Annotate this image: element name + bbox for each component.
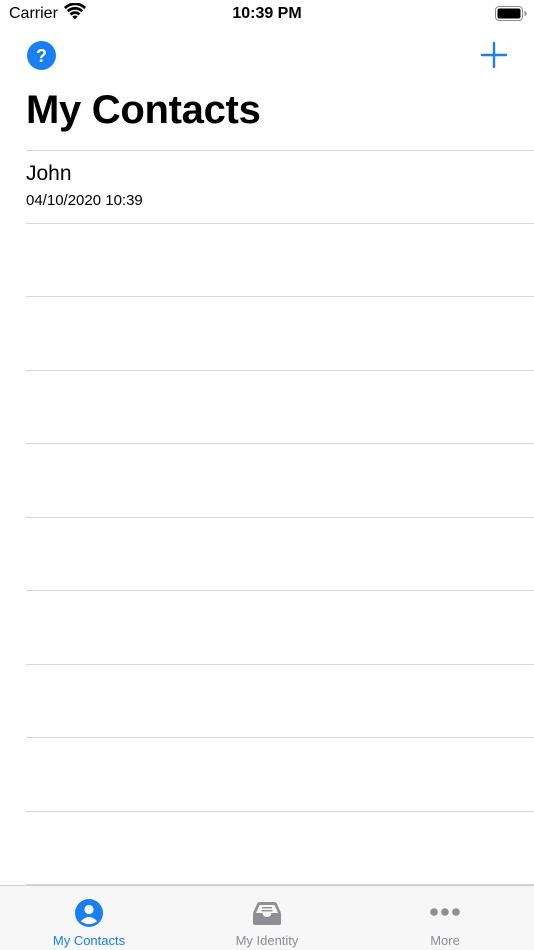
empty-row [26, 297, 534, 371]
contact-row[interactable]: John 04/10/2020 10:39 [26, 150, 534, 224]
status-bar: Carrier 10:39 PM [0, 0, 534, 30]
ellipsis-icon [430, 908, 460, 916]
tab-bar: My Contacts My Identity More [0, 885, 534, 950]
empty-row [26, 812, 534, 885]
empty-row [26, 518, 534, 591]
contact-name: John [26, 162, 72, 185]
screen: Carrier 10:39 PM ? My Contacts John 04/1… [0, 0, 534, 950]
battery-icon [495, 6, 527, 21]
add-button[interactable] [478, 39, 510, 71]
tray-icon [253, 902, 281, 925]
empty-row [26, 591, 534, 665]
tab-label: More [430, 933, 460, 948]
status-time: 10:39 PM [232, 5, 302, 22]
contact-list[interactable]: John 04/10/2020 10:39 [0, 150, 534, 885]
question-mark-icon: ? [36, 45, 47, 66]
empty-row [26, 224, 534, 297]
tab-label: My Contacts [52, 933, 126, 948]
person-circle-icon [75, 899, 103, 927]
plus-icon [480, 41, 508, 69]
empty-row [26, 738, 534, 812]
page-title: My Contacts [26, 88, 261, 132]
empty-row [26, 444, 534, 518]
empty-row [26, 665, 534, 738]
empty-row [26, 371, 534, 444]
tab-more[interactable]: More [356, 886, 534, 950]
contact-date: 04/10/2020 10:39 [26, 192, 143, 209]
tab-my-identity[interactable]: My Identity [178, 886, 356, 950]
help-button[interactable]: ? [27, 41, 56, 70]
tab-my-contacts[interactable]: My Contacts [0, 886, 178, 950]
tab-label: My Identity [235, 933, 299, 948]
